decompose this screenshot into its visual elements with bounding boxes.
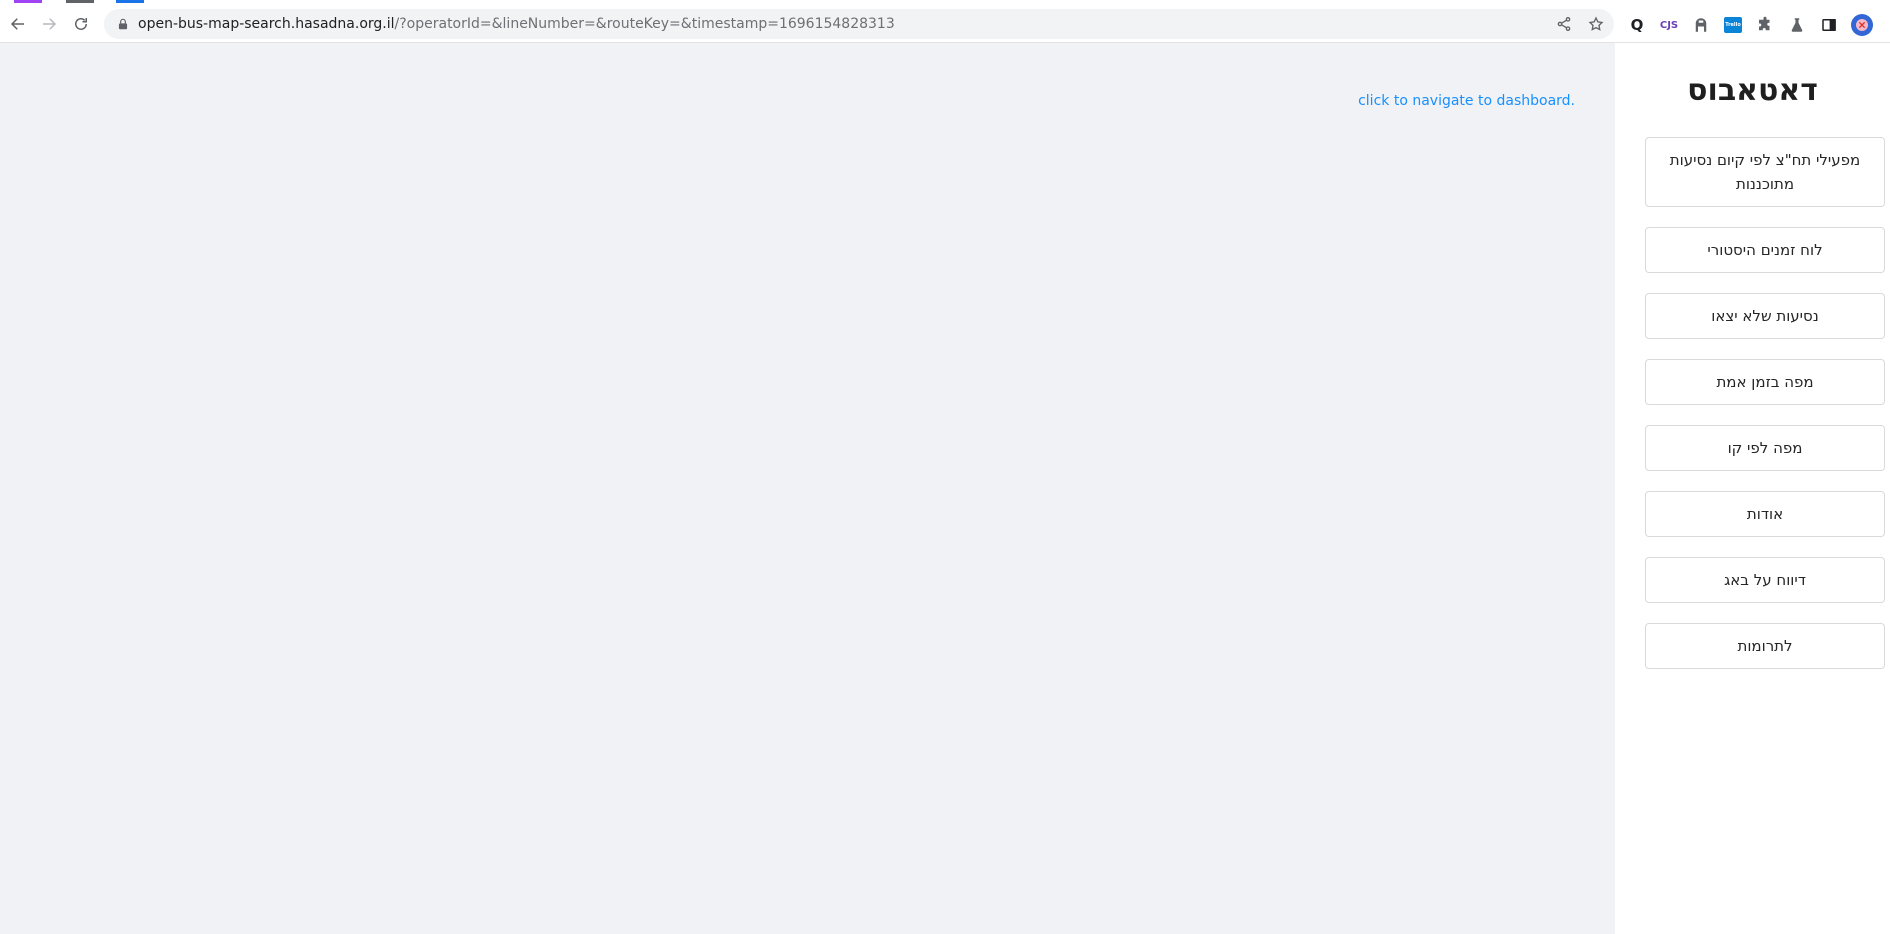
ext-label-trello: Trello (1725, 22, 1741, 28)
back-button[interactable] (5, 11, 31, 37)
star-icon (1588, 16, 1604, 31)
dashboard-link[interactable]: click to navigate to dashboard. (1358, 93, 1575, 109)
forward-button[interactable] (36, 11, 62, 37)
reload-button[interactable] (68, 11, 94, 37)
avatar-icon (1856, 19, 1868, 31)
cjs-icon[interactable]: CJS (1659, 15, 1679, 35)
side-panel-icon[interactable] (1819, 15, 1839, 35)
reload-icon (75, 18, 87, 30)
ext-label-q: Q (1630, 16, 1644, 34)
sidebar: דאטאבוס מפעילי תח"צ לפי קיום נסיעות מתוכ… (1615, 43, 1890, 934)
flask-labs-icon[interactable] (1787, 15, 1807, 35)
app-logo[interactable]: דאטאבוס (1615, 73, 1890, 108)
flask-icon (1791, 18, 1803, 32)
puzzle-extensions-icon[interactable] (1755, 15, 1775, 35)
arrow-right-icon (43, 18, 57, 30)
sidebar-item-donations[interactable]: לתרומות (1645, 623, 1885, 669)
agent-icon (1695, 18, 1707, 32)
arrow-left-icon (10, 18, 24, 30)
q-search-icon[interactable]: Q (1627, 15, 1647, 35)
profile-avatar[interactable] (1851, 14, 1873, 36)
sidebar-item-map-by-line[interactable]: מפה לפי קו (1645, 425, 1885, 471)
bookmark-button[interactable] (1586, 14, 1606, 34)
browser-toolbar: open-bus-map-search.hasadna.org.il/?oper… (0, 4, 1890, 43)
sidebar-item-bug-report[interactable]: דיווח על באג (1645, 557, 1885, 603)
sidebar-menu: מפעילי תח"צ לפי קיום נסיעות מתוכננות לוח… (1645, 137, 1885, 689)
sidebar-item-realtime-map[interactable]: מפה בזמן אמת (1645, 359, 1885, 405)
incognito-agent-icon[interactable] (1691, 15, 1711, 35)
trello-icon[interactable]: Trello (1723, 15, 1743, 35)
sidebar-item-operators[interactable]: מפעילי תח"צ לפי קיום נסיעות מתוכננות (1645, 137, 1885, 207)
url-path: /?operatorId=&lineNumber=&routeKey=&time… (394, 16, 895, 32)
sidebar-item-about[interactable]: אודות (1645, 491, 1885, 537)
sidebar-item-gaps[interactable]: נסיעות שלא יצאו (1645, 293, 1885, 339)
share-button[interactable] (1554, 14, 1574, 34)
ext-label-cjs: CJS (1659, 19, 1679, 31)
main-content: click to navigate to dashboard. (0, 43, 1615, 934)
tab-indicator-3 (116, 0, 144, 3)
url-text: open-bus-map-search.hasadna.org.il/?oper… (138, 9, 895, 39)
lock-icon (118, 18, 128, 30)
share-icon (1557, 17, 1571, 31)
trello-badge: Trello (1724, 17, 1742, 33)
panel-icon (1822, 19, 1836, 31)
tab-indicator-2 (66, 0, 94, 3)
sidebar-item-historic-timetable[interactable]: לוח זמנים היסטורי (1645, 227, 1885, 273)
url-host: open-bus-map-search.hasadna.org.il (138, 16, 395, 32)
address-bar[interactable]: open-bus-map-search.hasadna.org.il/?oper… (104, 9, 1614, 39)
tab-indicator-1 (14, 0, 42, 3)
puzzle-icon (1759, 16, 1770, 31)
